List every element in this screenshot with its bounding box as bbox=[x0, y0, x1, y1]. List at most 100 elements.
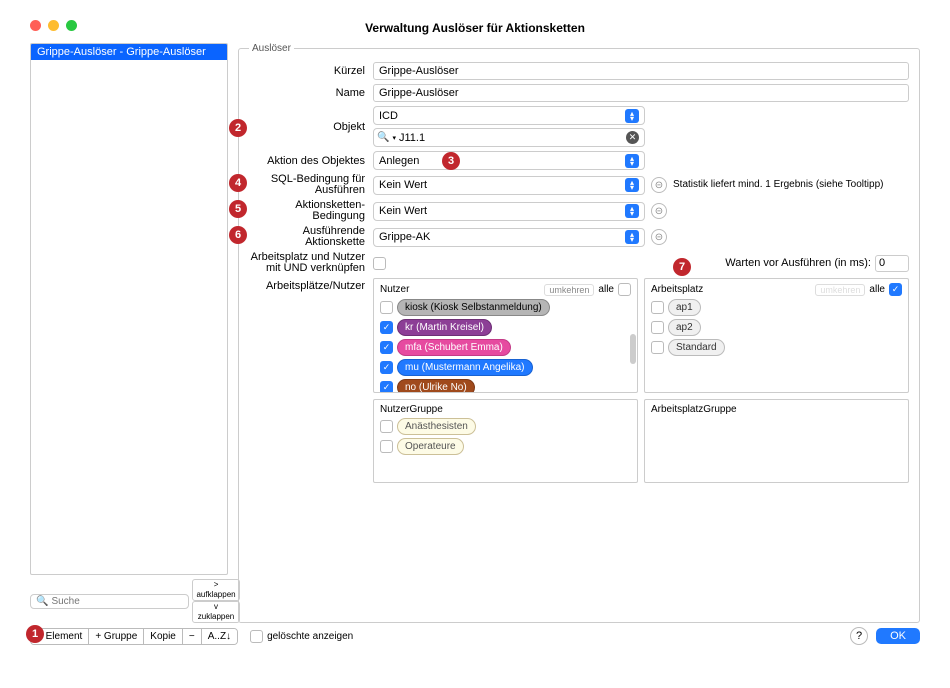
minimize-icon[interactable] bbox=[48, 20, 59, 31]
info-icon[interactable]: ⊝ bbox=[651, 203, 667, 219]
user-checkbox[interactable] bbox=[380, 321, 393, 334]
list-item[interactable]: kr (Martin Kreisel) bbox=[380, 319, 631, 336]
all-checkbox[interactable] bbox=[618, 283, 631, 296]
warten-field[interactable] bbox=[875, 255, 909, 272]
panel-apgruppe: ArbeitsplatzGruppe bbox=[644, 399, 909, 483]
list-item[interactable]: kiosk (Kiosk Selbstanmeldung) bbox=[380, 299, 631, 316]
list-item[interactable]: ap2 bbox=[651, 319, 902, 336]
label-apund: Arbeitsplatz und Nutzer mit UND verknüpf… bbox=[249, 252, 365, 274]
label-warten: Warten vor Ausführen (in ms): bbox=[725, 257, 871, 269]
search-icon: 🔍 bbox=[377, 132, 389, 143]
chevron-updown-icon: ▴▾ bbox=[625, 230, 639, 244]
tree-item-selected[interactable]: Grippe-Auslöser - Grippe-Auslöser bbox=[31, 44, 227, 60]
label-name: Name bbox=[249, 87, 365, 99]
close-icon[interactable] bbox=[30, 20, 41, 31]
label-apnutzer: Arbeitsplätze/Nutzer bbox=[249, 278, 365, 292]
badge-3: 3 bbox=[442, 152, 460, 170]
ap-checkbox[interactable] bbox=[651, 321, 664, 334]
akbed-select[interactable]: Kein Wert ▴▾ bbox=[373, 202, 645, 221]
ap-chip: ap1 bbox=[668, 299, 701, 316]
apund-checkbox[interactable] bbox=[373, 257, 386, 270]
all-checkbox[interactable] bbox=[889, 283, 902, 296]
ap-checkbox[interactable] bbox=[651, 301, 664, 314]
ap-chip: Standard bbox=[668, 339, 725, 356]
user-chip: mfa (Schubert Emma) bbox=[397, 339, 511, 356]
window-title: Verwaltung Auslöser für Aktionsketten bbox=[30, 21, 920, 35]
ap-chip: ap2 bbox=[668, 319, 701, 336]
label-kuerzel: Kürzel bbox=[249, 65, 365, 77]
ausf-select[interactable]: Grippe-AK ▴▾ bbox=[373, 228, 645, 247]
group-chip: Anästhesisten bbox=[397, 418, 476, 435]
sort-button[interactable]: A..Z↓ bbox=[202, 629, 237, 644]
collapse-button[interactable]: v zuklappen bbox=[192, 601, 239, 623]
invert-button[interactable]: umkehren bbox=[544, 284, 594, 296]
list-item[interactable]: ap1 bbox=[651, 299, 902, 316]
name-field[interactable] bbox=[373, 84, 909, 102]
panel-title: Nutzer bbox=[380, 284, 409, 295]
user-checkbox[interactable] bbox=[380, 381, 393, 393]
chevron-updown-icon: ▴▾ bbox=[625, 109, 639, 123]
chevron-updown-icon: ▴▾ bbox=[625, 154, 639, 168]
group-checkbox[interactable] bbox=[380, 440, 393, 453]
group-checkbox[interactable] bbox=[380, 420, 393, 433]
clear-icon[interactable]: ✕ bbox=[626, 131, 639, 144]
search-input[interactable] bbox=[51, 596, 183, 607]
panel-nutzer: Nutzer umkehren alle kiosk (Kiosk Selbst… bbox=[373, 278, 638, 393]
all-label: alle bbox=[869, 284, 885, 295]
badge-2: 2 bbox=[229, 119, 247, 137]
info-icon[interactable]: ⊝ bbox=[651, 177, 667, 193]
label-aktion: Aktion des Objektes bbox=[249, 155, 365, 167]
sql-select[interactable]: Kein Wert ▴▾ bbox=[373, 176, 645, 195]
scrollbar[interactable] bbox=[630, 334, 636, 364]
list-item[interactable]: Operateure bbox=[380, 438, 631, 455]
list-item[interactable]: mfa (Schubert Emma) bbox=[380, 339, 631, 356]
panel-title: Arbeitsplatz bbox=[651, 284, 703, 295]
list-item[interactable]: Anästhesisten bbox=[380, 418, 631, 435]
user-checkbox[interactable] bbox=[380, 301, 393, 314]
panel-title: ArbeitsplatzGruppe bbox=[651, 404, 737, 415]
user-chip: no (Ulrike No) bbox=[397, 379, 475, 393]
invert-button[interactable]: umkehren bbox=[815, 284, 865, 296]
user-chip: kiosk (Kiosk Selbstanmeldung) bbox=[397, 299, 550, 316]
search-icon: 🔍 bbox=[36, 596, 48, 607]
expand-button[interactable]: > aufklappen bbox=[192, 579, 239, 601]
label-ausf: Ausführende Aktionskette bbox=[303, 225, 365, 248]
kopie-button[interactable]: Kopie bbox=[144, 629, 183, 644]
list-item[interactable]: mu (Mustermann Angelika) bbox=[380, 359, 631, 376]
minus-button[interactable]: − bbox=[183, 629, 202, 644]
sidebar-search[interactable]: 🔍 bbox=[30, 594, 189, 609]
user-checkbox[interactable] bbox=[380, 341, 393, 354]
deleted-label: gelöschte anzeigen bbox=[267, 631, 353, 642]
chevron-updown-icon: ▴▾ bbox=[625, 204, 639, 218]
objekt-search[interactable]: 🔍 ▾ J11.1 ✕ bbox=[373, 128, 645, 147]
panel-title: NutzerGruppe bbox=[380, 404, 443, 415]
toolbar-buttons: + Element + Gruppe Kopie − A..Z↓ bbox=[30, 628, 238, 645]
aktion-select[interactable]: Anlegen 3 ▴▾ bbox=[373, 151, 645, 170]
group-legend: Auslöser bbox=[249, 43, 294, 54]
list-item[interactable]: Standard bbox=[651, 339, 902, 356]
all-label: alle bbox=[598, 284, 614, 295]
add-gruppe-button[interactable]: + Gruppe bbox=[89, 629, 144, 644]
panel-arbeitsplatz: Arbeitsplatz umkehren alle ap1 ap2 Standar… bbox=[644, 278, 909, 393]
label-sql: SQL-Bedingung für Ausführen bbox=[271, 173, 365, 196]
help-button[interactable]: ? bbox=[850, 627, 868, 645]
badge-1: 1 bbox=[26, 625, 44, 643]
badge-7: 7 bbox=[673, 258, 691, 276]
ok-button[interactable]: OK bbox=[876, 628, 920, 644]
label-objekt: Objekt bbox=[333, 121, 365, 133]
objekt-select[interactable]: ICD ▴▾ bbox=[373, 106, 645, 125]
badge-4: 4 bbox=[229, 174, 247, 192]
badge-6: 6 bbox=[229, 226, 247, 244]
panel-nutzergruppe: NutzerGruppe Anästhesisten Operateure bbox=[373, 399, 638, 483]
list-item[interactable]: no (Ulrike No) bbox=[380, 379, 631, 393]
maximize-icon[interactable] bbox=[66, 20, 77, 31]
label-akbed: Aktionsketten-Bedingung bbox=[295, 199, 365, 222]
ap-checkbox[interactable] bbox=[651, 341, 664, 354]
user-checkbox[interactable] bbox=[380, 361, 393, 374]
info-icon[interactable]: ⊝ bbox=[651, 229, 667, 245]
sql-hint: Statistik liefert mind. 1 Ergebnis (sieh… bbox=[673, 179, 883, 191]
deleted-checkbox[interactable] bbox=[250, 630, 263, 643]
kuerzel-field[interactable] bbox=[373, 62, 909, 80]
chevron-down-icon: ▾ bbox=[392, 134, 396, 142]
trigger-tree[interactable]: Grippe-Auslöser - Grippe-Auslöser bbox=[30, 43, 228, 575]
